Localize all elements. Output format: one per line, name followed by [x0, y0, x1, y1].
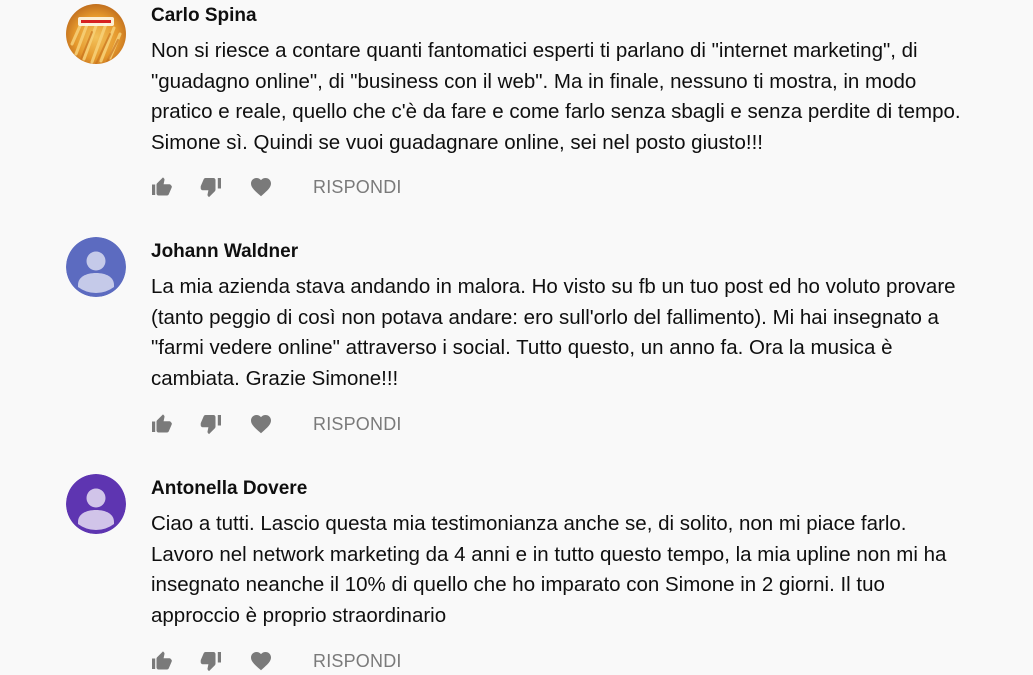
thumb-up-icon[interactable]	[150, 649, 174, 673]
comment-actions: RISPONDI	[150, 410, 402, 438]
reply-button[interactable]: RISPONDI	[313, 647, 402, 675]
reply-button[interactable]: RISPONDI	[313, 410, 402, 438]
default-avatar-icon	[66, 474, 126, 534]
thumb-down-icon[interactable]	[199, 175, 223, 199]
avatar[interactable]	[66, 4, 126, 64]
comment-actions: RISPONDI	[150, 647, 402, 675]
comment-text-line: Ciao a tutti. Lascio questa mia testimon…	[151, 512, 907, 535]
comment-text: Ciao a tutti. Lascio questa mia testimon…	[151, 509, 1011, 631]
comment-text-line: approccio è proprio straordinario	[151, 603, 447, 627]
reply-button[interactable]: RISPONDI	[313, 173, 402, 201]
comment-text-line: (tanto peggio di così non potava andare:…	[151, 305, 939, 329]
comment-text-line: cambiata. Grazie Simone!!!	[151, 366, 399, 390]
comment-text: La mia azienda stava andando in malora. …	[151, 272, 1011, 394]
comment-text-line: La mia azienda stava andando in malora. …	[151, 275, 956, 298]
comment-text-line: pratico e reale, quello che c'è da fare …	[151, 100, 961, 123]
heart-icon[interactable]	[249, 412, 273, 436]
thumb-up-icon[interactable]	[150, 175, 174, 199]
comment-author[interactable]: Carlo Spina	[151, 4, 257, 28]
thumb-down-icon[interactable]	[199, 649, 223, 673]
comment-text-line: insegnato neanche il 10% di quello che h…	[151, 573, 885, 596]
comment-text: Non si riesce a contare quanti fantomati…	[151, 36, 1011, 158]
thumb-down-icon[interactable]	[199, 412, 223, 436]
comment-actions: RISPONDI	[150, 173, 402, 201]
thumb-up-icon[interactable]	[150, 412, 174, 436]
avatar[interactable]	[66, 237, 126, 297]
comment-text-line: Simone sì. Quindi se vuoi guadagnare onl…	[151, 130, 763, 154]
avatar[interactable]	[66, 474, 126, 534]
comment-text-line: Non si riesce a contare quanti fantomati…	[151, 39, 918, 62]
comment-text-line: "guadagno online", di "business con il w…	[151, 69, 917, 93]
comment-text-line: "farmi vedere online" attraverso i socia…	[151, 336, 893, 359]
comment-text-line: Lavoro nel network marketing da 4 anni e…	[151, 542, 947, 566]
default-avatar-icon	[66, 237, 126, 297]
comment-author[interactable]: Antonella Dovere	[151, 477, 307, 501]
photo-avatar-icon	[66, 4, 126, 64]
heart-icon[interactable]	[249, 649, 273, 673]
heart-icon[interactable]	[249, 175, 273, 199]
comment-author[interactable]: Johann Waldner	[151, 240, 298, 264]
